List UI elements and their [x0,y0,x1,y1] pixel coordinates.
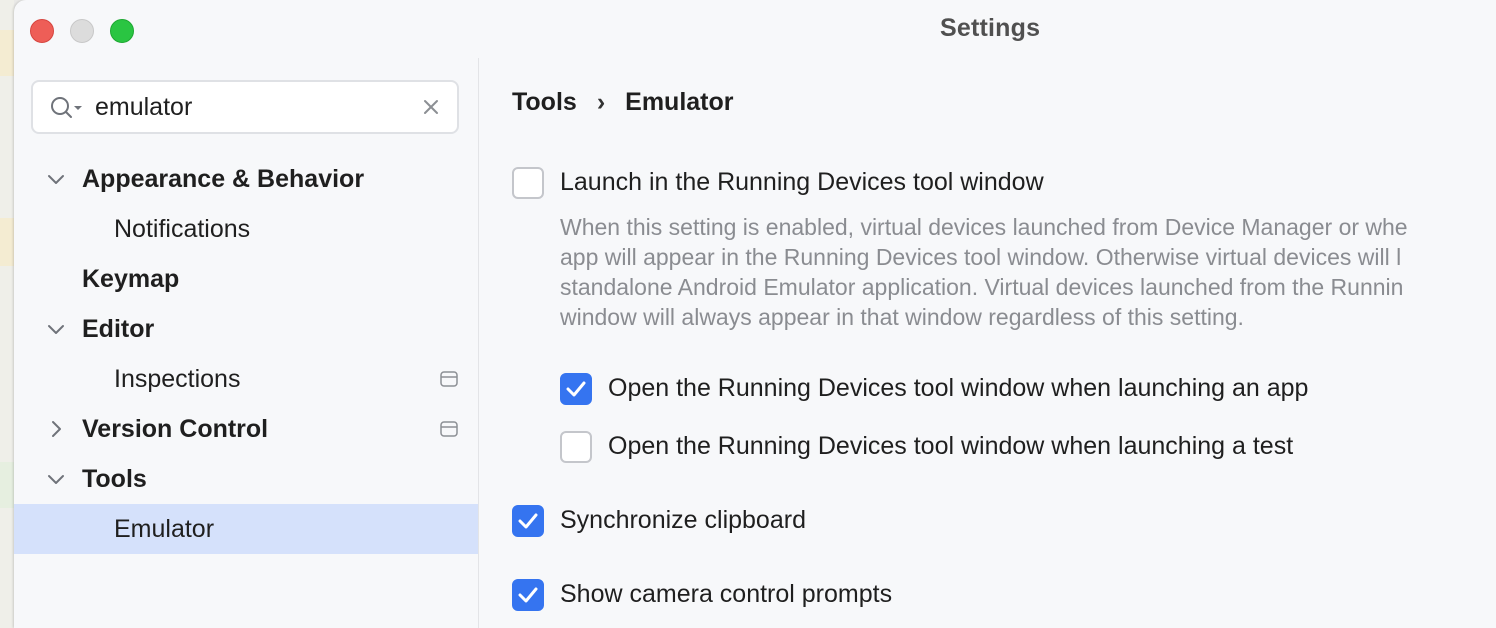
background-highlight [0,30,14,76]
checkmark-icon [518,587,538,603]
synchronize-clipboard-label[interactable]: Synchronize clipboard [560,506,806,535]
background-highlight [0,218,14,266]
search-box[interactable] [31,80,459,134]
search-icon[interactable] [49,95,83,121]
sidebar-item-editor[interactable]: Editor [14,304,478,354]
sidebar-item-label: Inspections [114,365,241,393]
breadcrumb-parent[interactable]: Tools [512,88,577,116]
project-settings-icon [440,421,458,437]
open-when-launching-test-checkbox[interactable] [560,431,592,463]
window-title: Settings [940,14,1041,42]
chevron-down-icon[interactable] [46,469,66,489]
sidebar-item-label: Emulator [114,515,215,543]
checkmark-icon [518,513,538,529]
project-settings-icon [440,371,458,387]
background-highlight [0,462,14,508]
sidebar-item-notifications[interactable]: Notifications [14,204,478,254]
checkmark-icon [566,381,586,397]
camera-control-prompts-checkbox[interactable] [512,579,544,611]
chevron-down-icon[interactable] [46,319,66,339]
minimize-window-button[interactable] [70,19,94,43]
open-when-launching-test-label[interactable]: Open the Running Devices tool window whe… [608,432,1293,461]
sidebar-item-label: Version Control [82,415,269,443]
breadcrumb: Tools › Emulator [512,88,734,117]
camera-control-prompts-label[interactable]: Show camera control prompts [560,580,892,609]
background-app-edge [0,0,14,628]
sidebar-item-label: Editor [82,315,155,343]
sidebar-item-label: Keymap [82,265,180,293]
settings-window: Settings Appearance & Behavior Notificat… [14,0,1496,628]
sidebar-item-emulator[interactable]: Emulator [14,504,478,554]
sidebar-item-keymap[interactable]: Keymap [14,254,478,304]
launch-running-devices-label[interactable]: Launch in the Running Devices tool windo… [560,168,1044,197]
sidebar-item-inspections[interactable]: Inspections [14,354,478,404]
sidebar-item-version-control[interactable]: Version Control [14,404,478,454]
clear-search-icon[interactable] [421,97,441,117]
settings-content: Tools › Emulator Launch in the Running Dev… [479,58,1496,628]
synchronize-clipboard-checkbox[interactable] [512,505,544,537]
close-window-button[interactable] [30,19,54,43]
sidebar-item-appearance-behavior[interactable]: Appearance & Behavior [14,154,478,204]
title-bar: Settings [14,0,1496,58]
launch-running-devices-checkbox[interactable] [512,167,544,199]
chevron-down-icon[interactable] [46,169,66,189]
sidebar-item-tools[interactable]: Tools [14,454,478,504]
search-input[interactable] [95,91,405,123]
settings-sidebar: Appearance & Behavior Notifications Keym… [14,58,479,628]
sidebar-item-label: Appearance & Behavior [82,165,365,193]
zoom-window-button[interactable] [110,19,134,43]
open-when-launching-app-checkbox[interactable] [560,373,592,405]
breadcrumb-separator: › [596,88,606,116]
launch-running-devices-description: When this setting is enabled, virtual de… [560,214,1408,330]
open-when-launching-app-label[interactable]: Open the Running Devices tool window whe… [608,374,1308,403]
chevron-right-icon[interactable] [46,419,66,439]
sidebar-item-label: Tools [82,465,147,493]
sidebar-item-label: Notifications [114,215,251,243]
breadcrumb-current: Emulator [625,88,734,116]
